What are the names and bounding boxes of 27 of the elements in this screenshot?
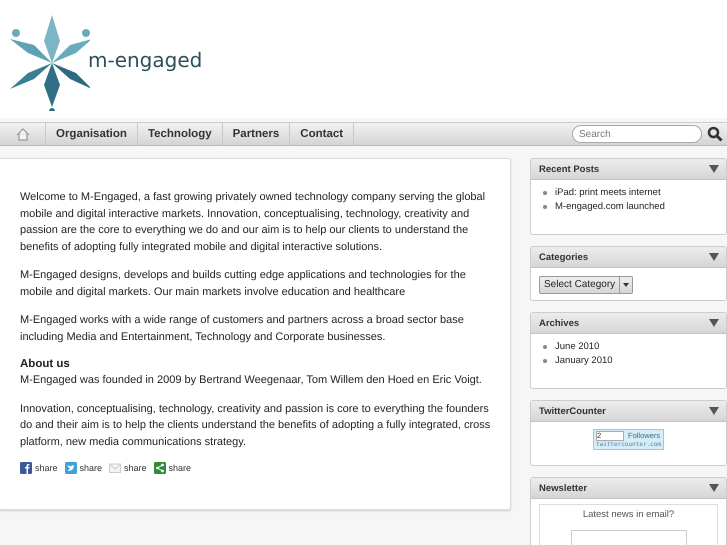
widget-title: Newsletter <box>539 482 588 494</box>
search-field[interactable]: Search <box>572 125 702 143</box>
nav-link[interactable]: Partners <box>222 123 290 145</box>
paragraph: M-Engaged was founded in 2009 by Bertrand Weegenaar, Tom Willem den Hoed en Eric Voigt. <box>20 373 483 388</box>
nav-link[interactable]: Technology <box>138 123 223 145</box>
share-link[interactable]: share <box>20 460 58 476</box>
widget-title: Recent Posts <box>539 164 600 174</box>
share-link[interactable]: share <box>154 460 192 476</box>
nav-link[interactable]: Organisation <box>46 123 138 145</box>
logo-wordmark[interactable]: m-engaged <box>88 48 202 72</box>
post-link[interactable]: M-engaged.com launched <box>555 200 665 214</box>
share-link[interactable]: share <box>64 460 102 476</box>
paragraph: Welcome to M-Engaged, a fast growing privately owned technology company serving the global mobile and digital interactive markets. Innovation, conceptualising, technology, creativity and passion are the core to everything we do and our aim is to help our clients to understand the benefits of adopting fully integrated mobile and digital interactive solutions. <box>20 190 486 254</box>
section-heading: About us <box>20 357 71 372</box>
paragraph: M-Engaged designs, develops and builds cutting edge applications and technologies for the mobile and digital markets. Our main markets involve education and healthcare <box>20 268 467 300</box>
paragraph: M-Engaged works with a wide range of customers and partners across a broad sector base including Media and Entertainment, Technology and Corporate businesses. <box>20 313 465 344</box>
category-select[interactable]: Select Category <box>539 276 634 294</box>
post-link[interactable]: June 2010 <box>555 340 600 354</box>
share-link[interactable]: share <box>109 460 147 476</box>
widget-title: Archives <box>539 318 580 328</box>
post-link[interactable]: iPad: print meets internet <box>555 186 661 200</box>
nav-link[interactable]: Contact <box>290 123 354 145</box>
widget-title: TwitterCounter <box>539 406 606 416</box>
widget-title: Categories <box>539 252 588 262</box>
newsletter-prompt: Latest news in email? <box>582 509 674 520</box>
post-link[interactable]: January 2010 <box>555 354 613 368</box>
paragraph: Innovation, conceptualising, technology, creativity and passion is core to everything the founders do and their aim is to help the clients understand the benefits of adopting a fully integrated, cross platform, new media communications strategy. <box>20 402 492 450</box>
